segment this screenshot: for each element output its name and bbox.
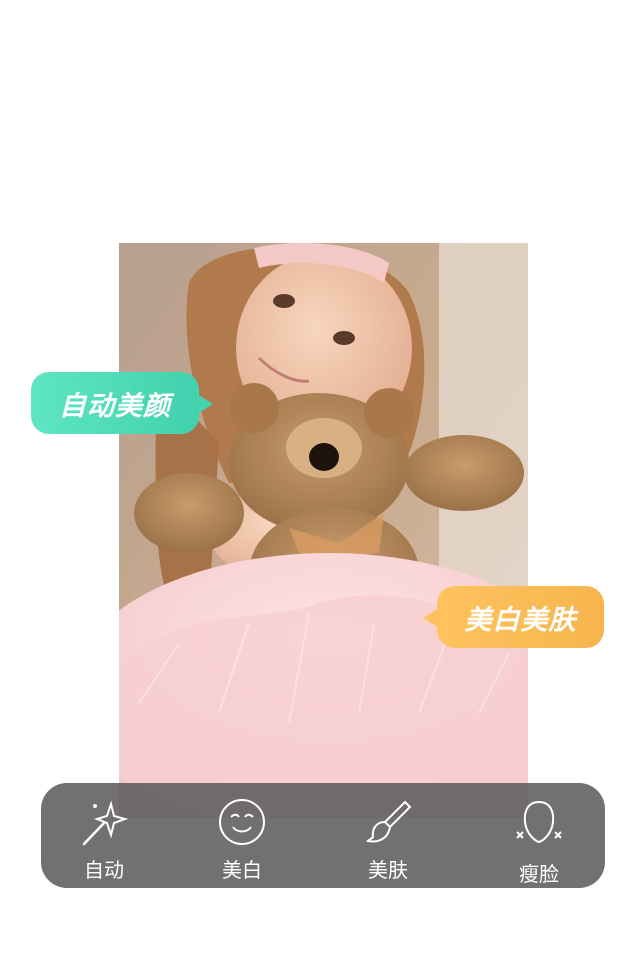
face-slim-icon: [484, 796, 594, 848]
beauty-toolbar: 自动 美白 美肤 瘦脸: [41, 783, 605, 888]
auto-label: 自动: [84, 858, 124, 882]
whitening-text: 美白美肤: [464, 604, 577, 636]
auto-beauty-badge: 自动美颜: [31, 372, 213, 434]
whitening-label: 美白: [222, 858, 262, 882]
skin-smoothing-button[interactable]: 美肤: [333, 783, 443, 888]
face-slim-button[interactable]: 瘦脸: [484, 783, 594, 888]
photo-preview: [119, 243, 528, 818]
brush-icon: [333, 796, 443, 848]
skin-smoothing-label: 美肤: [368, 858, 408, 882]
auto-button[interactable]: 自动: [49, 783, 159, 888]
magic-wand-icon: [49, 796, 159, 848]
whitening-button[interactable]: 美白: [187, 783, 297, 888]
face-slim-label: 瘦脸: [519, 862, 559, 886]
girl-with-teddy-bear-image: [119, 243, 528, 818]
auto-beauty-text: 自动美颜: [59, 390, 171, 422]
smile-face-icon: [187, 796, 297, 848]
whitening-badge: 美白美肤: [423, 586, 604, 648]
